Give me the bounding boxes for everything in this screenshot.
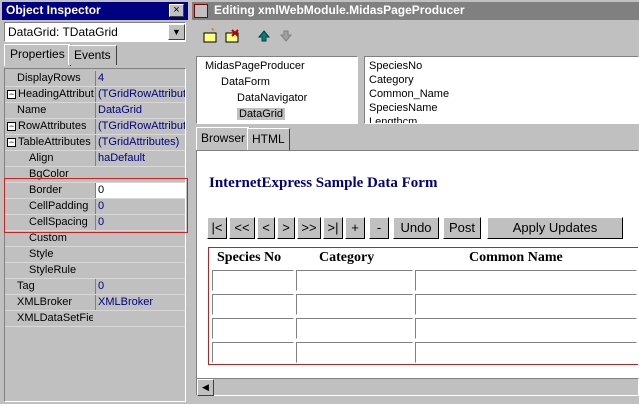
property-row[interactable]: XMLBroker XMLBroker	[5, 295, 185, 311]
field-list[interactable]: SpeciesNo Category Common_Name SpeciesName L…	[364, 56, 639, 124]
tree-item[interactable]: DataNavigator	[237, 92, 307, 104]
property-grid: DisplayRows 4− HeadingAttribut (TGridRowAtt…	[4, 68, 186, 402]
grid-header: Common Name	[469, 250, 563, 265]
grid-cell-input[interactable]	[296, 342, 413, 363]
property-value[interactable]: haDefault	[95, 151, 185, 166]
tree-item[interactable]: DataGrid	[237, 108, 286, 120]
property-name: Custom	[29, 232, 67, 244]
property-row[interactable]: Name DataGrid	[5, 103, 185, 119]
property-name: DisplayRows	[17, 72, 81, 84]
property-row[interactable]: StyleRule	[5, 263, 185, 279]
expand-icon[interactable]: −	[7, 90, 16, 99]
nav-button[interactable]: <	[257, 217, 275, 239]
web-page-editor-window: Editing xmlWebModule.MidasPageProducer *…	[192, 0, 639, 404]
component-tree[interactable]: MidasPageProducer DataForm DataNavigator Da…	[196, 56, 358, 124]
tab-browser[interactable]: Browser	[196, 127, 251, 150]
grid-cell-input[interactable]	[212, 294, 294, 315]
data-grid: Species No Category Common Name	[208, 247, 638, 365]
tree-item[interactable]: DataForm	[221, 76, 270, 88]
editor-window-icon	[194, 4, 208, 18]
property-name: XMLBroker	[17, 296, 73, 308]
property-name: XMLDataSetFie	[17, 312, 93, 324]
grid-cell-input[interactable]	[415, 294, 637, 315]
arrow-down-icon[interactable]	[276, 28, 296, 48]
editor-toolbar: *	[192, 22, 639, 52]
field-item[interactable]: Lengthcm	[369, 116, 417, 123]
property-row[interactable]: Custom	[5, 231, 185, 247]
property-name: HeadingAttribut	[18, 88, 94, 100]
property-value[interactable]: DataGrid	[95, 103, 185, 118]
property-name: Style	[29, 248, 54, 260]
grid-cell-input[interactable]	[212, 270, 294, 291]
property-name: TableAttributes	[18, 136, 91, 148]
nav-button[interactable]: Undo	[393, 217, 439, 239]
expand-icon[interactable]: −	[7, 122, 16, 131]
field-item[interactable]: Category	[369, 74, 414, 86]
close-icon[interactable]: ×	[169, 4, 184, 17]
scroll-left-icon[interactable]: ◀	[197, 379, 214, 396]
object-inspector-window: Object Inspector × DataGrid: TDataGrid ▼…	[0, 0, 190, 404]
object-inspector-title: Object Inspector	[2, 2, 188, 20]
property-value[interactable]: (TGridAttributes)	[95, 135, 185, 150]
arrow-up-icon[interactable]	[254, 28, 274, 48]
delete-icon[interactable]	[222, 28, 242, 48]
property-value[interactable]: (TGridRowAttribute	[95, 87, 185, 102]
property-row[interactable]: Tag 0	[5, 279, 185, 295]
new-icon[interactable]: *	[200, 26, 220, 48]
property-value[interactable]: 4	[95, 71, 185, 86]
grid-cell-input[interactable]	[212, 318, 294, 339]
property-row[interactable]: XMLDataSetFie	[5, 311, 185, 327]
grid-header: Category	[319, 250, 375, 265]
field-item[interactable]: Common_Name	[369, 88, 449, 100]
property-row[interactable]: − RowAttributes (TGridRowAttribute	[5, 119, 185, 135]
grid-cell-input[interactable]	[212, 342, 294, 363]
property-row[interactable]: DisplayRows 4	[5, 71, 185, 87]
grid-cell-input[interactable]	[415, 270, 637, 291]
nav-button[interactable]: Post	[443, 217, 481, 239]
property-row[interactable]: Style	[5, 247, 185, 263]
browser-preview: InternetExpress Sample Data Form Species…	[196, 150, 639, 396]
field-item[interactable]: SpeciesName	[369, 102, 437, 114]
property-name: RowAttributes	[18, 120, 87, 132]
nav-button[interactable]: +	[345, 217, 365, 239]
highlight-box	[4, 178, 188, 233]
property-name: Align	[29, 152, 54, 164]
property-name: Name	[17, 104, 47, 116]
object-selector-value: DataGrid: TDataGrid	[8, 25, 118, 39]
nav-button[interactable]: >>	[297, 217, 321, 239]
tab-properties[interactable]: Properties	[4, 44, 71, 66]
tab-events[interactable]: Events	[68, 45, 117, 65]
grid-header: Species No	[217, 250, 282, 265]
grid-cell-input[interactable]	[415, 318, 637, 339]
grid-cell-input[interactable]	[415, 342, 637, 363]
nav-button[interactable]: |<	[207, 217, 227, 239]
property-value[interactable]: (TGridRowAttribute	[95, 119, 185, 134]
tab-html[interactable]: HTML	[247, 128, 290, 150]
field-item[interactable]: SpeciesNo	[369, 60, 422, 72]
nav-button[interactable]: >	[277, 217, 295, 239]
grid-cell-input[interactable]	[296, 294, 413, 315]
property-row[interactable]: − HeadingAttribut (TGridRowAttribute	[5, 87, 185, 103]
tree-item[interactable]: MidasPageProducer	[205, 60, 305, 72]
property-row[interactable]: − TableAttributes (TGridAttributes)	[5, 135, 185, 151]
grid-cell-input[interactable]	[296, 270, 413, 291]
expand-icon[interactable]: −	[7, 138, 16, 147]
property-value[interactable]: 0	[95, 279, 185, 294]
svg-text:*: *	[211, 28, 215, 36]
horizontal-scrollbar[interactable]: ◀	[196, 378, 639, 396]
nav-button[interactable]: >|	[323, 217, 343, 239]
property-name: StyleRule	[29, 264, 77, 276]
chevron-down-icon[interactable]: ▼	[168, 24, 185, 40]
property-row[interactable]: Align haDefault	[5, 151, 185, 167]
nav-button[interactable]: -	[369, 217, 389, 239]
grid-cell-input[interactable]	[296, 318, 413, 339]
property-value[interactable]: XMLBroker	[95, 295, 185, 310]
object-selector[interactable]: DataGrid: TDataGrid ▼	[4, 22, 186, 42]
nav-button[interactable]: Apply Updates	[487, 217, 623, 239]
editor-title: Editing xmlWebModule.MidasPageProducer	[192, 2, 639, 20]
form-title: InternetExpress Sample Data Form	[209, 175, 438, 191]
nav-button[interactable]: <<	[229, 217, 255, 239]
property-name: Tag	[17, 280, 35, 292]
